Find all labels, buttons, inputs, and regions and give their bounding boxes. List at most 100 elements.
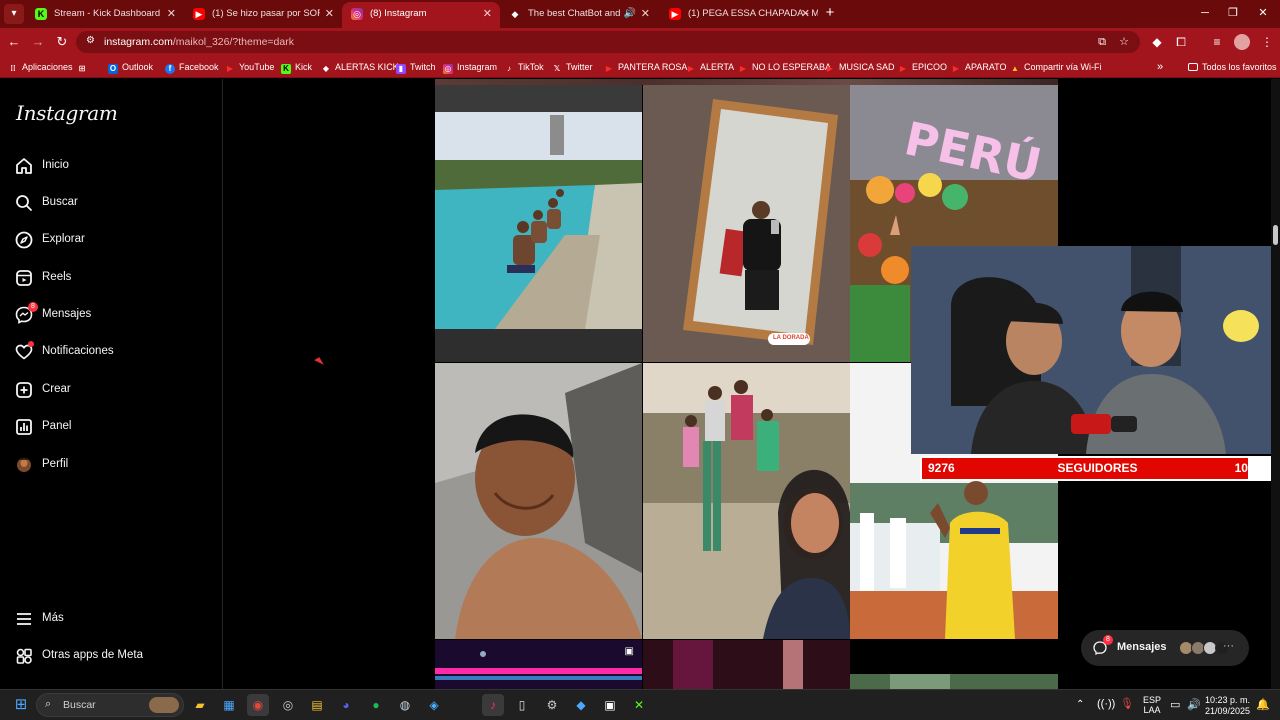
tray-overflow-icon[interactable]: ⌃	[1076, 699, 1084, 710]
app-blue-icon[interactable]: ◆	[570, 694, 592, 716]
nav-reels[interactable]: Reels	[14, 266, 204, 292]
notification-bell-icon[interactable]: 🔔	[1256, 698, 1270, 711]
xbox-icon[interactable]: ✕	[628, 694, 650, 716]
bookmark-alertas-kick[interactable]: ◆ ALERTAS KICK	[321, 56, 399, 78]
nav-explorar[interactable]: Explorar	[14, 228, 204, 254]
bookmark-musica-sad[interactable]: ▶ MUSICA SAD	[825, 56, 895, 78]
gemini-icon[interactable]: ◆	[1148, 33, 1166, 51]
bookmark-tiktok[interactable]: ♪ TikTok	[504, 56, 544, 78]
tab-youtube-sordomudo[interactable]: ▶ (1) Se hizo pasar por SORDOMUDO ✕	[184, 2, 342, 28]
bookmark-facebook[interactable]: f Facebook	[165, 56, 219, 78]
close-icon[interactable]: ✕	[167, 2, 176, 26]
network-icon[interactable]: ▭	[1170, 698, 1180, 711]
extensions-icon[interactable]: ⧠	[1172, 33, 1190, 51]
messages-drawer-button[interactable]: 8 Mensajes ···	[1081, 630, 1249, 666]
windows-start-icon[interactable]: ⊞	[10, 694, 32, 716]
taskbar-search[interactable]: ⌕ Buscar	[36, 693, 184, 717]
bookmark-twitter[interactable]: 𝕏 Twitter	[552, 56, 593, 78]
close-icon[interactable]: ✕	[325, 2, 334, 26]
nav-crear[interactable]: Crear	[14, 378, 204, 404]
language-indicator[interactable]: ESP LAA	[1143, 695, 1161, 715]
tiktok-live-icon[interactable]: ♪	[482, 694, 504, 716]
bookmark-aparato[interactable]: ▶ APARATO	[951, 56, 1007, 78]
post-selfie-shirtless[interactable]	[435, 363, 642, 639]
page-scrollbar[interactable]	[1271, 79, 1280, 689]
store-icon[interactable]: ▦	[218, 694, 240, 716]
bookmark-kick[interactable]: K Kick	[281, 56, 312, 78]
app-icon[interactable]: ◈	[423, 694, 445, 716]
bookmark-no-lo-esperaba[interactable]: ▶ NO LO ESPERABA	[738, 56, 831, 78]
nav-otras-apps-meta[interactable]: Otras apps de Meta	[14, 644, 204, 670]
post-landscape[interactable]	[850, 674, 1058, 689]
post-mirror-selfie[interactable]: LA DORADA	[643, 85, 850, 362]
bookmark-compartir-wifi[interactable]: ▲ Compartir vía Wi-Fi	[1010, 56, 1101, 78]
close-icon[interactable]: ✕	[641, 2, 650, 26]
nav-mas[interactable]: Más	[14, 607, 204, 633]
search-icon	[16, 195, 32, 211]
close-window-icon[interactable]: ✕	[1248, 4, 1278, 22]
steam-icon[interactable]: ◍	[394, 694, 416, 716]
speaker-icon[interactable]: 🔊	[624, 2, 636, 26]
settings-icon[interactable]: ⚙	[541, 694, 563, 716]
microphone-icon[interactable]: 🎙	[1120, 697, 1134, 710]
tab-youtube-pega[interactable]: ▶ (1) PEGA ESSA CHAPADA - MC ✕	[660, 2, 818, 28]
close-icon[interactable]: ✕	[483, 2, 492, 26]
bookmark-youtube[interactable]: ▶ YouTube	[225, 56, 274, 78]
wifi-icon[interactable]: ((·))	[1097, 698, 1115, 710]
capcut-icon[interactable]: ▣	[599, 694, 621, 716]
install-app-icon[interactable]: ⧉	[1094, 34, 1110, 50]
bookmark-pantera-rosa[interactable]: ▶ PANTERA ROSA	[604, 56, 687, 78]
post-family-photo[interactable]	[643, 363, 850, 639]
tiktok-icon: ♪	[507, 64, 511, 73]
post-reel-party[interactable]: ▣	[435, 640, 642, 689]
reload-icon[interactable]: ↻	[53, 33, 71, 51]
bookmark-twitch[interactable]: ▮ Twitch	[396, 56, 436, 78]
tab-search-list-icon[interactable]: ≡	[1208, 33, 1226, 51]
bookmark-star-icon[interactable]: ☆	[1116, 34, 1132, 50]
notepad-icon[interactable]: ▯	[511, 694, 533, 716]
file-explorer-icon[interactable]: ▰	[189, 694, 211, 716]
profile-avatar[interactable]	[1234, 34, 1250, 50]
forward-icon[interactable]: →	[29, 33, 47, 51]
bookmark-instagram[interactable]: ◎ Instagram	[443, 56, 497, 78]
volume-icon[interactable]: 🔊	[1187, 698, 1201, 711]
tab-chatbot[interactable]: ◆ The best ChatBot and Widgets 🔊 ✕	[500, 2, 658, 28]
folder-app-icon[interactable]: ▤	[306, 694, 328, 716]
bookmark-outlook[interactable]: O Outlook	[108, 56, 153, 78]
site-info-icon[interactable]: ⚙	[86, 35, 98, 47]
facebook-icon: f	[165, 64, 175, 74]
close-icon[interactable]: ✕	[801, 2, 810, 26]
nav-panel[interactable]: Panel	[14, 415, 204, 441]
all-bookmarks-folder[interactable]: Todos los favoritos	[1188, 56, 1277, 78]
new-tab-button[interactable]: +	[822, 4, 838, 22]
nav-buscar[interactable]: Buscar	[14, 191, 204, 217]
chrome-icon[interactable]: ◉	[247, 694, 269, 716]
chart-icon	[16, 419, 32, 435]
back-icon[interactable]: ←	[5, 33, 23, 51]
spotify-icon[interactable]: ●	[365, 694, 387, 716]
post-pool-photo[interactable]	[435, 85, 642, 362]
bookmark-windows[interactable]: ⊞	[77, 56, 91, 78]
url-text[interactable]: instagram.com/maikol_326/?theme=dark	[104, 31, 294, 53]
address-bar[interactable]: ⚙ instagram.com/maikol_326/?theme=dark ⧉…	[76, 31, 1140, 53]
post-dark-light[interactable]	[643, 640, 850, 689]
more-menu-icon[interactable]: ⋮	[1258, 33, 1276, 51]
nav-notificaciones[interactable]: Notificaciones	[14, 340, 204, 366]
clock[interactable]: 10:23 p. m. 21/09/2025	[1205, 695, 1250, 717]
minimize-icon[interactable]: ─	[1190, 4, 1220, 22]
nav-mensajes[interactable]: 8 Mensajes	[14, 302, 204, 329]
discord-icon[interactable]: ◕	[335, 694, 357, 716]
tab-search-icon[interactable]: ▾	[4, 4, 24, 24]
bookmark-alerta[interactable]: ▶ ALERTA	[686, 56, 734, 78]
bookmarks-overflow-icon[interactable]: »	[1157, 56, 1163, 78]
bookmark-aplicaciones[interactable]: ⁞⁞ Aplicaciones	[8, 56, 72, 78]
nav-perfil[interactable]: Perfil	[14, 453, 204, 479]
obs-icon[interactable]: ◎	[277, 694, 299, 716]
scrollbar-thumb[interactable]	[1273, 225, 1278, 245]
tab-instagram[interactable]: ◎ (8) Instagram ✕	[342, 2, 500, 28]
tab-kick-dashboard[interactable]: K Stream - Kick Dashboard ✕	[26, 2, 184, 28]
instagram-logo[interactable]: Instagram	[16, 101, 118, 125]
nav-inicio[interactable]: Inicio	[14, 154, 204, 180]
bookmark-epicoo[interactable]: ▶ EPICOO	[898, 56, 947, 78]
restore-icon[interactable]: ❐	[1218, 4, 1248, 22]
